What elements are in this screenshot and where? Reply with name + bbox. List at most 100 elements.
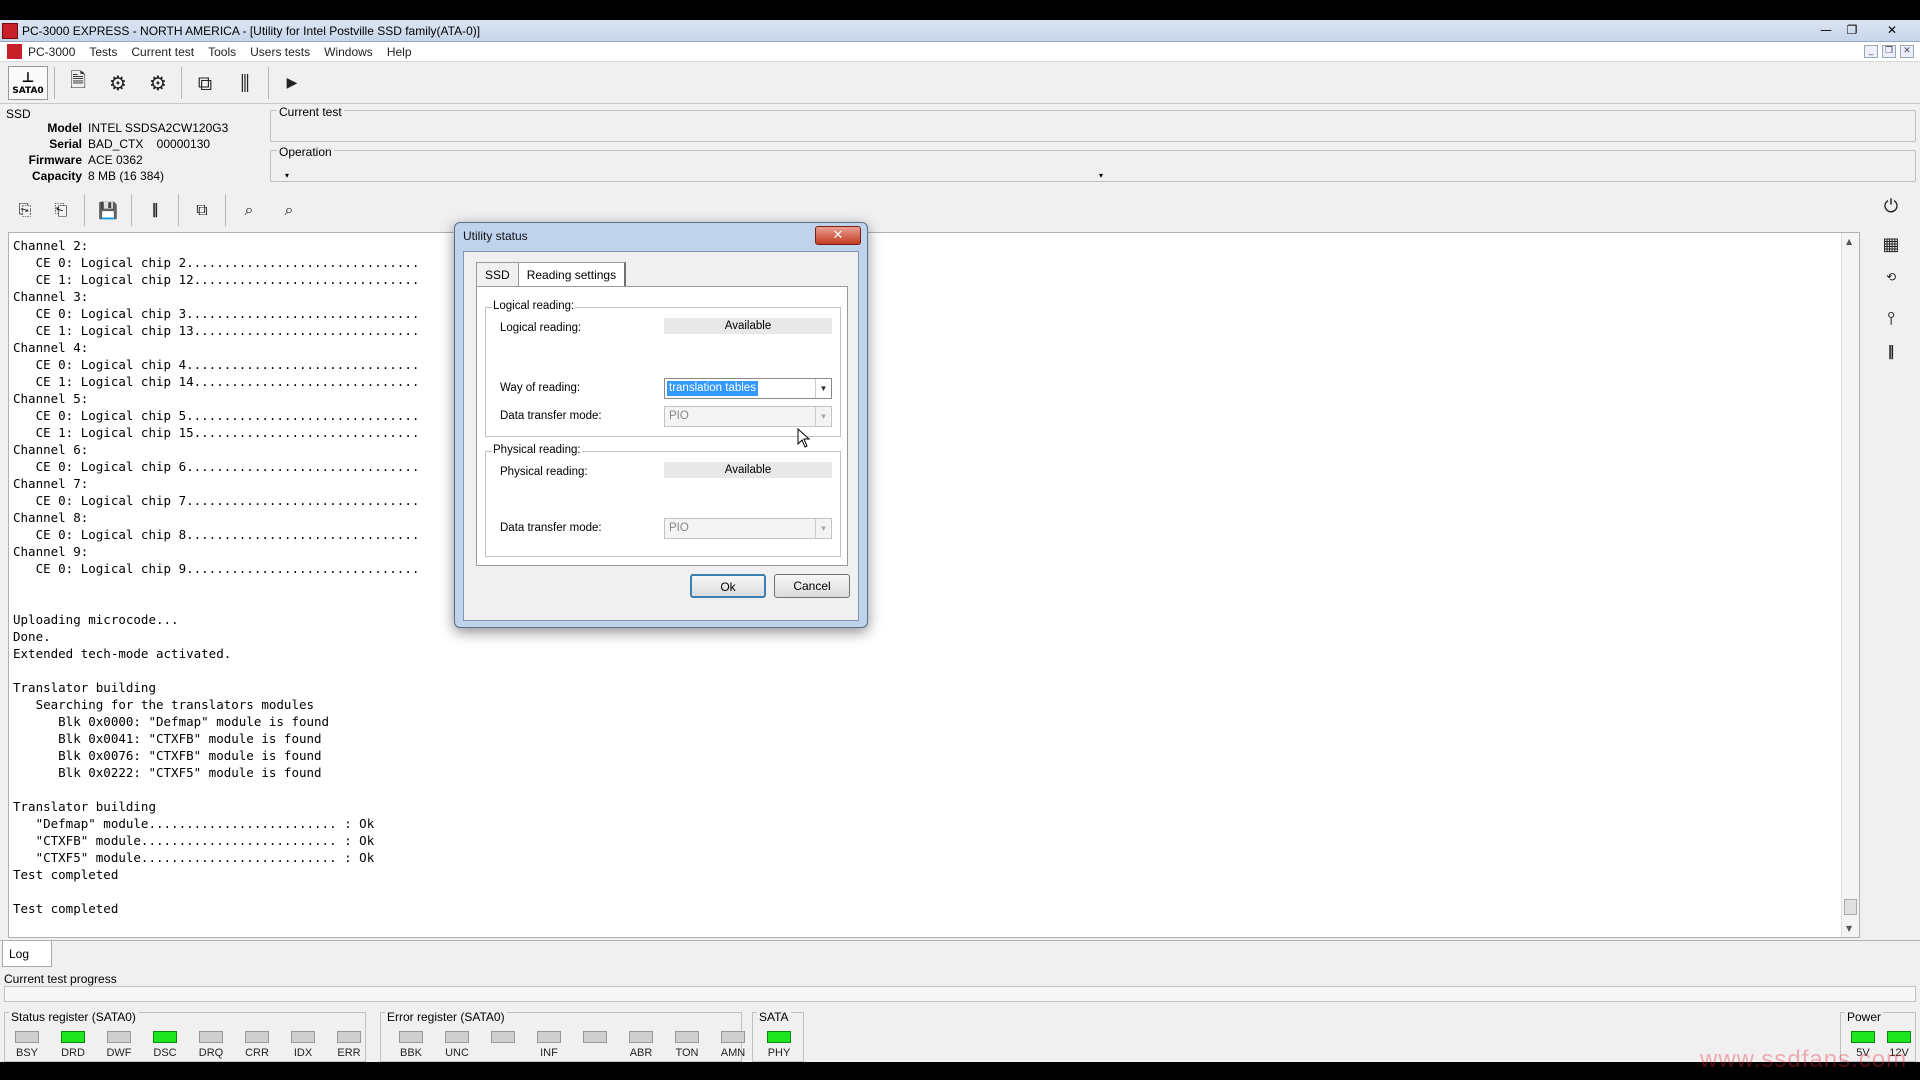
menu-tests[interactable]: Tests	[89, 45, 117, 59]
sata-tree-icon[interactable]: ⫯	[1878, 308, 1904, 334]
operation-dropdown-icon[interactable]: ▾	[285, 171, 289, 180]
chevron-down-icon[interactable]: ▼	[815, 379, 831, 398]
led-label: DSC	[153, 1047, 177, 1059]
led-unlabeled	[491, 1031, 515, 1043]
sata-port-label: SATA0	[12, 85, 44, 96]
copy-windows-icon[interactable]: ⧉	[188, 66, 222, 100]
reading-settings-panel: Logical reading: Logical reading: Availa…	[476, 286, 848, 566]
stats-icon[interactable]: ⫼	[228, 66, 262, 100]
dialog-close-button[interactable]: ✕	[815, 226, 861, 245]
led-unc	[445, 1031, 469, 1043]
utility-status-dialog: Utility status ✕ SSD Reading settings Lo…	[454, 222, 868, 628]
firmware-value: ACE 0362	[88, 153, 143, 167]
main-toolbar: ⊥ SATA0 🗎 ⚙ ⚙ ⧉ ⫼ ▶	[0, 62, 1920, 104]
close-icon[interactable]: ✕	[1880, 21, 1904, 39]
led-crr	[245, 1031, 269, 1043]
operation-expand-icon[interactable]: ▾	[1099, 171, 1103, 180]
sata-port-button[interactable]: ⊥ SATA0	[8, 65, 48, 100]
toolbar-separator	[181, 66, 182, 99]
menu-help[interactable]: Help	[387, 45, 412, 59]
log-output[interactable]: Channel 2: CE 0: Logical chip 2.........…	[8, 232, 1860, 938]
capacity-value: 8 MB (16 384)	[88, 169, 165, 183]
led-12v	[1887, 1031, 1911, 1043]
physical-reading-group: Physical reading: Physical reading: Avai…	[485, 444, 841, 557]
way-of-reading-select[interactable]: translation tables ▼	[664, 378, 832, 399]
logical-transfer-mode-select[interactable]: PIO ▼	[664, 406, 832, 427]
menu-users-tests[interactable]: Users tests	[250, 45, 310, 59]
log-tab-bar: Log	[0, 940, 1920, 968]
serial-label: Serial	[49, 137, 82, 151]
menu-app-icon[interactable]	[7, 44, 22, 59]
way-of-reading-value: translation tables	[667, 381, 758, 396]
ssd-label: SSD	[6, 107, 31, 121]
led-5v	[1851, 1031, 1875, 1043]
led-label: DWF	[106, 1047, 132, 1059]
open-log-icon[interactable]: ⎘	[8, 193, 42, 227]
led-bsy	[15, 1031, 39, 1043]
ssd-info-panel: SSD Model INTEL SSDSA2CW120G3 Serial BAD…	[0, 107, 268, 187]
scroll-down-icon[interactable]: ▼	[1846, 924, 1852, 933]
maximize-icon[interactable]: ❐	[1840, 21, 1864, 39]
ok-button[interactable]: Ok	[690, 574, 766, 598]
power-label: Power	[1845, 1010, 1884, 1024]
status-register-label: Status register (SATA0)	[9, 1010, 138, 1024]
log-scrollbar[interactable]: ▲ ▼	[1841, 233, 1859, 937]
pause-icon[interactable]: ‖	[138, 193, 172, 227]
status-register-group: Status register (SATA0) BSY DRD DWF DSC DRQ C…	[4, 1010, 366, 1062]
scroll-thumb[interactable]	[1844, 899, 1857, 915]
sata-label: SATA	[757, 1010, 791, 1024]
minimize-icon[interactable]: —	[1814, 21, 1838, 39]
run-arrow-icon[interactable]: ▶	[275, 66, 309, 100]
physical-reading-status: Available	[664, 462, 832, 478]
drive-info-icon[interactable]: 🗎	[61, 66, 95, 100]
capacity-row: Capacity 8 MB (16 384)	[0, 169, 268, 185]
toolbar-separator	[268, 66, 269, 99]
sata-group: SATA PHY	[752, 1010, 804, 1062]
tests-gear-icon[interactable]: ⚙	[101, 66, 135, 100]
toolbar-separator	[225, 194, 226, 226]
board-icon[interactable]: ▦	[1878, 234, 1904, 260]
screen: PC-3000 EXPRESS - NORTH AMERICA - [Utili…	[0, 0, 1920, 1080]
reset-icon[interactable]: ⟲	[1878, 270, 1904, 296]
led-label: ERR	[337, 1047, 361, 1059]
log-tab[interactable]: Log	[2, 941, 52, 967]
firmware-row: Firmware ACE 0362	[0, 153, 268, 169]
toolbar-separator	[54, 66, 55, 99]
current-test-group: Current test	[270, 105, 1916, 142]
led-label: CRR	[245, 1047, 269, 1059]
power-toggle-icon[interactable]: ⏻	[1878, 196, 1904, 222]
menu-current-test[interactable]: Current test	[131, 45, 194, 59]
tab-reading-settings[interactable]: Reading settings	[517, 262, 627, 287]
led-ton	[675, 1031, 699, 1043]
menu-windows[interactable]: Windows	[324, 45, 373, 59]
physical-reading-label: Physical reading:	[500, 466, 588, 478]
led-label: AMN	[720, 1047, 746, 1059]
led-drq	[199, 1031, 223, 1043]
progress-label: Current test progress	[4, 972, 117, 986]
error-register-label: Error register (SATA0)	[385, 1010, 507, 1024]
capacity-label: Capacity	[31, 169, 82, 183]
led-amn	[721, 1031, 745, 1043]
binoculars-find-icon[interactable]: ⌕	[232, 193, 266, 227]
mdi-minimize-icon[interactable]: _	[1864, 45, 1878, 58]
scroll-up-icon[interactable]: ▲	[1846, 237, 1852, 246]
menu-pc3000[interactable]: PC-3000	[28, 45, 75, 59]
logical-transfer-mode-value: PIO	[669, 410, 689, 422]
led-dsc	[153, 1031, 177, 1043]
copy-icon[interactable]: ⧉	[185, 193, 219, 227]
save-log-icon[interactable]: ⎗	[44, 193, 78, 227]
cancel-button[interactable]: Cancel	[774, 574, 850, 598]
floppy-save-icon[interactable]: 💾	[91, 193, 125, 227]
physical-transfer-mode-select[interactable]: PIO ▼	[664, 518, 832, 539]
physical-reading-legend: Physical reading:	[492, 444, 582, 456]
strip-pause-icon[interactable]: ‖	[1878, 344, 1904, 370]
toolbar-separator	[178, 194, 179, 226]
tab-ssd[interactable]: SSD	[476, 262, 519, 286]
tools-gears-icon[interactable]: ⚙	[141, 66, 175, 100]
mdi-restore-icon[interactable]: ❐	[1882, 45, 1896, 58]
chevron-down-icon: ▼	[815, 407, 831, 426]
binoculars-find-next-icon[interactable]: ⌕	[272, 193, 306, 227]
mdi-close-icon[interactable]: ✕	[1900, 45, 1914, 58]
right-tool-strip: ⏻ ▦ ⟲ ⫯ ‖	[1862, 190, 1920, 940]
menu-tools[interactable]: Tools	[208, 45, 236, 59]
